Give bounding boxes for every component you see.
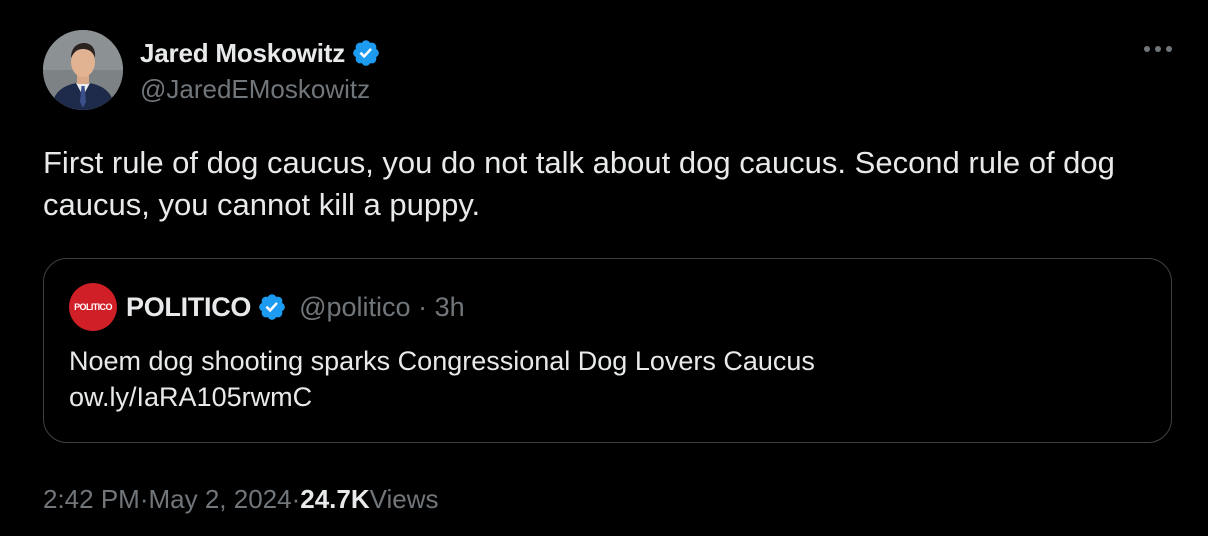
quoted-display-name[interactable]: POLITICO — [126, 292, 251, 323]
quoted-text-line-1: Noem dog shooting sparks Congressional D… — [69, 346, 815, 376]
author-avatar[interactable] — [43, 30, 123, 110]
meta-separator-1: · — [139, 483, 149, 514]
author-display-name[interactable]: Jared Moskowitz — [140, 38, 345, 69]
politico-avatar[interactable]: POLITICO — [69, 283, 117, 331]
politico-logo-text: POLITICO — [74, 302, 112, 312]
quoted-link[interactable]: ow.ly/IaRA105rwmC — [69, 379, 1139, 415]
quoted-meta: @politico · 3h — [299, 292, 465, 323]
quoted-tweet-text: Noem dog shooting sparks Congressional D… — [69, 343, 1139, 415]
quoted-verified-badge-icon — [257, 292, 287, 322]
author-handle[interactable]: @JaredEMoskowitz — [140, 74, 370, 105]
views-label: Views — [369, 483, 439, 514]
avatar-image — [43, 30, 123, 110]
quoted-separator: · — [418, 291, 428, 322]
more-options-button[interactable] — [1138, 34, 1178, 64]
more-horizontal-icon — [1144, 46, 1172, 52]
verified-badge-icon[interactable] — [351, 38, 381, 68]
quoted-handle[interactable]: @politico — [299, 292, 410, 322]
author-name-row: Jared Moskowitz — [140, 33, 381, 73]
tweet-text: First rule of dog caucus, you do not tal… — [43, 145, 1115, 222]
tweet-date[interactable]: May 2, 2024 — [149, 484, 292, 515]
tweet-meta-row: 2:42 PM · May 2, 2024 · 24.7K Views — [43, 480, 439, 518]
quoted-tweet-card[interactable]: POLITICO POLITICO @politico · 3h Noem do… — [43, 258, 1172, 443]
views-count: 24.7K — [300, 483, 370, 514]
quoted-tweet-header: POLITICO POLITICO @politico · 3h — [69, 283, 465, 331]
tweet-time[interactable]: 2:42 PM — [43, 484, 140, 515]
meta-separator-2: · — [291, 483, 301, 514]
quoted-time-ago[interactable]: 3h — [435, 292, 465, 322]
